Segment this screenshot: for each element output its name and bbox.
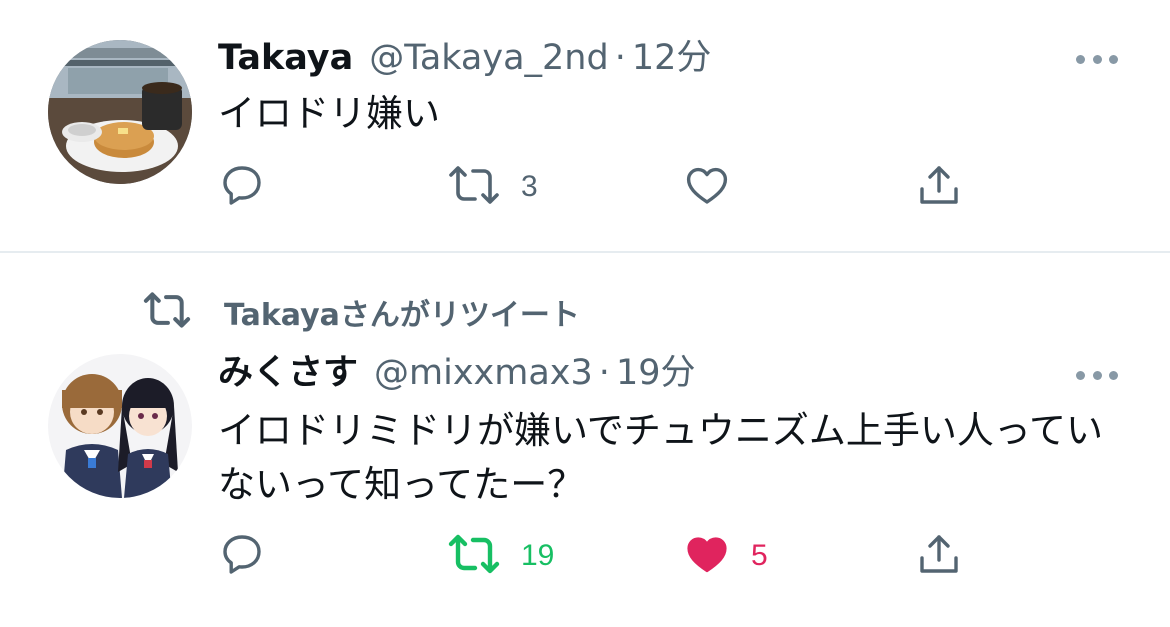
- retweet-context-label: Takayaさんがリツイート: [224, 298, 580, 333]
- timestamp[interactable]: 12分: [632, 36, 712, 80]
- display-name[interactable]: Takaya: [218, 36, 353, 80]
- user-handle[interactable]: @Takaya_2nd: [369, 36, 608, 80]
- share-icon: [915, 161, 963, 213]
- tweet-text: イロドリ嫌い: [218, 92, 440, 135]
- more-icon[interactable]: [1076, 52, 1118, 66]
- retweet-icon: [447, 530, 501, 582]
- display-name[interactable]: みくさす: [218, 351, 358, 395]
- reply-button[interactable]: [218, 530, 286, 582]
- separator: ·: [614, 38, 626, 78]
- reply-button[interactable]: [218, 161, 286, 213]
- tweet-text: イロドリミドリが嫌いでチュウニズム上手い人っていないって知ってたー？: [218, 409, 1104, 506]
- like-count: 5: [751, 539, 768, 572]
- retweet-button[interactable]: 19: [447, 530, 554, 582]
- retweet-context[interactable]: Takayaさんがリツイート: [140, 290, 580, 334]
- more-icon[interactable]: [1076, 368, 1118, 382]
- tweet[interactable]: Takaya @Takaya_2nd · 12分 イロドリ嫌い 3: [0, 0, 1170, 252]
- share-button[interactable]: [915, 161, 963, 213]
- retweet-count: 3: [521, 170, 538, 203]
- separator: ·: [598, 353, 610, 393]
- avatar[interactable]: [48, 354, 192, 498]
- like-button[interactable]: 5: [683, 530, 768, 582]
- tweet-header: みくさす @mixxmax3 · 19分: [218, 351, 695, 395]
- timeline: Takaya @Takaya_2nd · 12分 イロドリ嫌い 3 Takaya…: [0, 0, 1170, 627]
- timestamp[interactable]: 19分: [616, 351, 696, 395]
- tweet[interactable]: Takayaさんがリツイート みくさす @mixxmax3 · 19分 イロドリ…: [0, 253, 1170, 627]
- action-bar: 19 5: [0, 530, 1170, 582]
- reply-icon: [218, 530, 266, 582]
- share-button[interactable]: [915, 530, 963, 582]
- retweet-count: 19: [521, 539, 555, 572]
- like-icon: [683, 530, 731, 582]
- user-handle[interactable]: @mixxmax3: [374, 351, 593, 395]
- reply-icon: [218, 161, 266, 213]
- tweet-header: Takaya @Takaya_2nd · 12分: [218, 36, 711, 80]
- action-bar: 3: [0, 161, 1170, 213]
- like-icon: [683, 161, 731, 213]
- retweet-icon: [447, 161, 501, 213]
- like-button[interactable]: [683, 161, 751, 213]
- share-icon: [915, 530, 963, 582]
- retweet-button[interactable]: 3: [447, 161, 538, 213]
- retweet-icon: [140, 288, 194, 336]
